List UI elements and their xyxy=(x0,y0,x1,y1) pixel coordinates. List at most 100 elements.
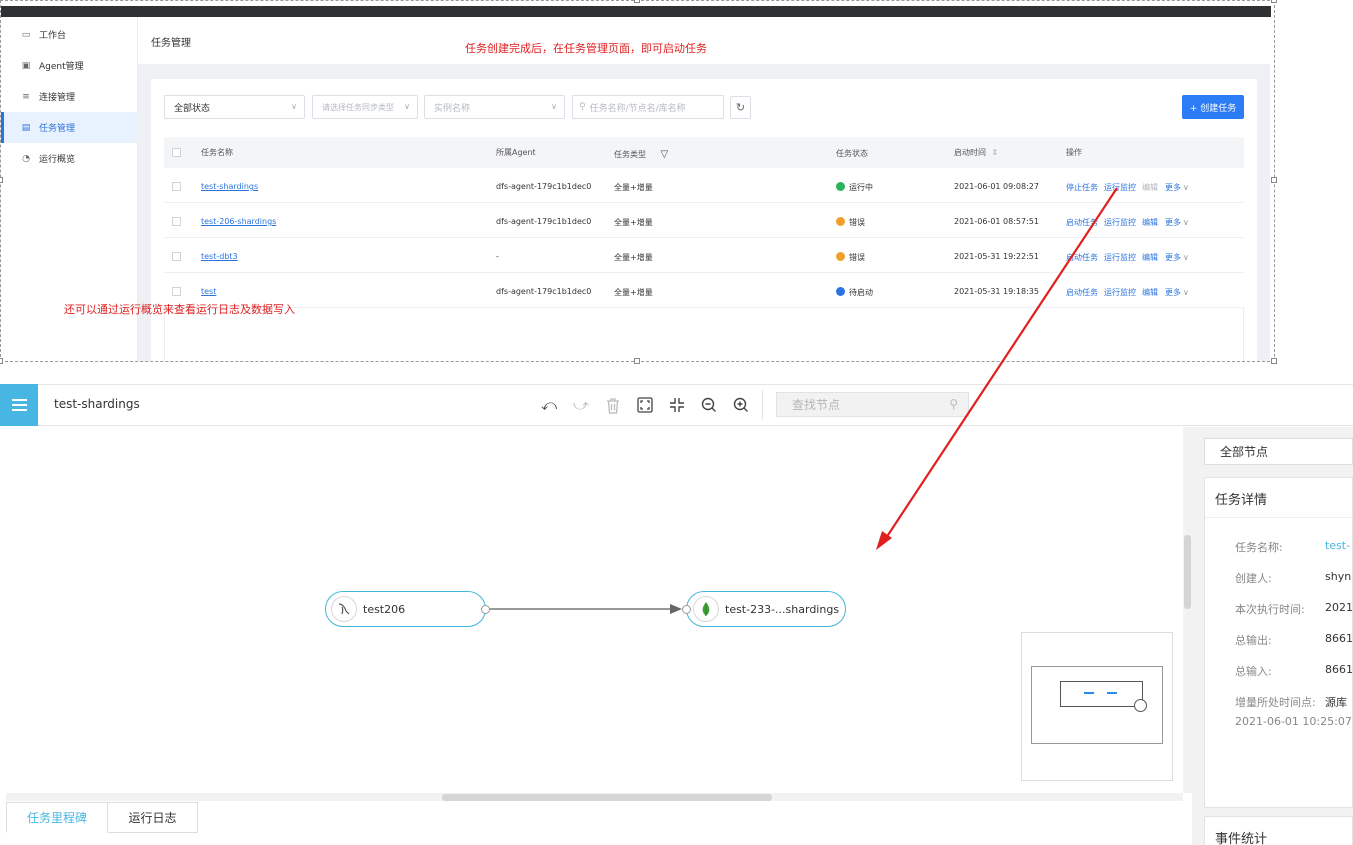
minimap-node-mark xyxy=(1107,692,1117,694)
target-node[interactable]: test-233-...shardings xyxy=(686,591,846,627)
tab-milestones[interactable]: 任务里程碑 xyxy=(6,802,108,833)
node-input-port[interactable] xyxy=(682,605,691,614)
bottom-tabs: 任务里程碑 运行日志 xyxy=(6,802,198,833)
task-start-time: 2021-06-01 08:57:51 xyxy=(954,217,1039,226)
app-top-bar xyxy=(1,6,1271,17)
sidebar-item-connections[interactable]: ≡ 连接管理 xyxy=(1,81,138,112)
task-edit-link[interactable]: 编辑 xyxy=(1142,182,1158,193)
task-type: 全量+增量 xyxy=(614,218,653,227)
row-checkbox[interactable] xyxy=(172,287,181,296)
row-checkbox[interactable] xyxy=(172,252,181,261)
col-start-time-label: 启动时间 xyxy=(954,148,986,157)
zoom-in-icon[interactable] xyxy=(731,395,751,415)
refresh-button[interactable]: ↻ xyxy=(730,96,751,119)
create-task-button[interactable]: + 创建任务 xyxy=(1182,95,1244,119)
more-label: 更多 xyxy=(1165,183,1181,192)
horizontal-scrollbar-thumb[interactable] xyxy=(442,794,772,801)
row-checkbox[interactable] xyxy=(172,217,181,226)
task-start-stop-link[interactable]: 启动任务 xyxy=(1066,252,1098,263)
node-output-port[interactable] xyxy=(481,605,490,614)
task-edit-link[interactable]: 编辑 xyxy=(1142,217,1158,228)
minimap-node xyxy=(1060,681,1143,707)
delete-icon[interactable] xyxy=(603,395,623,415)
task-name-link[interactable]: test-206-shardings xyxy=(201,217,276,226)
task-status-label: 错误 xyxy=(849,253,865,262)
task-status: 待启动 xyxy=(836,287,873,298)
task-more-dropdown[interactable]: 更多 ∨ xyxy=(1165,217,1189,228)
zoom-out-icon[interactable] xyxy=(699,395,719,415)
task-search-placeholder: 任务名称/节点名/库名称 xyxy=(589,103,686,114)
sync-type-select[interactable]: 请选择任务同步类型 ∨ xyxy=(312,95,418,119)
vertical-scrollbar[interactable] xyxy=(1183,427,1192,793)
resize-handle[interactable] xyxy=(1271,358,1277,364)
task-monitor-link[interactable]: 运行监控 xyxy=(1104,182,1136,193)
detail-value-task-name[interactable]: test- xyxy=(1325,539,1350,552)
task-search-input[interactable]: ⚲ 任务名称/节点名/库名称 xyxy=(572,95,724,119)
task-agent: dfs-agent-179c1b1dec0 xyxy=(496,287,592,296)
annotation-top-note: 任务创建完成后，在任务管理页面，即可启动任务 xyxy=(465,42,707,55)
undo-icon[interactable]: ⤺ xyxy=(539,395,559,415)
vertical-scrollbar-thumb[interactable] xyxy=(1184,535,1191,609)
task-agent: - xyxy=(496,252,499,261)
menu-button[interactable] xyxy=(0,384,38,426)
task-start-stop-link[interactable]: 启动任务 xyxy=(1066,217,1098,228)
status-filter-value: 全部状态 xyxy=(174,103,211,114)
task-more-dropdown[interactable]: 更多 ∨ xyxy=(1165,252,1189,263)
node-label: test-233-...shardings xyxy=(725,602,840,616)
redo-icon[interactable]: ⤻ xyxy=(571,395,591,415)
resize-handle[interactable] xyxy=(634,358,640,364)
resize-handle[interactable] xyxy=(0,177,3,183)
select-all-checkbox[interactable] xyxy=(172,148,181,157)
filter-icon[interactable]: ▽ xyxy=(661,149,669,160)
sidebar-item-overview[interactable]: ◔ 运行概览 xyxy=(1,143,138,174)
status-filter-select[interactable]: 全部状态 ∨ xyxy=(164,95,305,119)
task-type: 全量+增量 xyxy=(614,288,653,297)
source-node[interactable]: test206 xyxy=(325,591,486,627)
fit-view-icon[interactable] xyxy=(635,395,655,415)
task-monitor-link[interactable]: 运行监控 xyxy=(1104,217,1136,228)
sidebar-item-label: 运行概览 xyxy=(39,155,76,165)
screenshot-root: ▭ 工作台 ▣ Agent管理 ≡ 连接管理 ▤ 任务管理 ◔ 运行概览 任务管… xyxy=(0,0,1353,845)
sidebar-item-workbench[interactable]: ▭ 工作台 xyxy=(1,19,138,50)
sort-icon[interactable]: ⇕ xyxy=(992,148,999,157)
resize-handle[interactable] xyxy=(634,0,640,3)
detail-key: 增量所处时间点: xyxy=(1235,696,1316,709)
col-actions: 操作 xyxy=(1066,148,1082,157)
task-more-dropdown[interactable]: 更多 ∨ xyxy=(1165,182,1189,193)
task-more-dropdown[interactable]: 更多 ∨ xyxy=(1165,287,1189,298)
node-search-input[interactable]: 查找节点 ⚲ xyxy=(776,392,969,417)
task-start-stop-link[interactable]: 停止任务 xyxy=(1066,182,1098,193)
task-management-screenshot: ▭ 工作台 ▣ Agent管理 ≡ 连接管理 ▤ 任务管理 ◔ 运行概览 任务管… xyxy=(0,0,1275,362)
sidebar-item-tasks[interactable]: ▤ 任务管理 xyxy=(1,112,138,143)
task-status: 错误 xyxy=(836,217,865,228)
task-start-time: 2021-05-31 19:18:35 xyxy=(954,287,1039,296)
sidebar-item-label: 连接管理 xyxy=(39,93,76,103)
node-filter-select[interactable]: 全部节点 xyxy=(1204,438,1353,465)
instance-select[interactable]: 实例名称 ∨ xyxy=(424,95,565,119)
task-icon: ▤ xyxy=(21,122,31,133)
resize-handle[interactable] xyxy=(1271,0,1277,3)
status-dot-icon xyxy=(836,252,845,261)
task-monitor-link[interactable]: 运行监控 xyxy=(1104,252,1136,263)
task-name-link[interactable]: test-dbt3 xyxy=(201,252,238,261)
task-name-link[interactable]: test xyxy=(201,287,216,296)
monitor-icon: ▭ xyxy=(21,29,31,40)
sidebar-item-label: Agent管理 xyxy=(39,62,84,72)
resize-handle[interactable] xyxy=(1271,177,1277,183)
task-status-label: 运行中 xyxy=(849,183,873,192)
col-task-type-label: 任务类型 xyxy=(614,150,646,159)
task-start-time: 2021-05-31 19:22:51 xyxy=(954,252,1039,261)
task-name-link[interactable]: test-shardings xyxy=(201,182,258,191)
task-start-stop-link[interactable]: 启动任务 xyxy=(1066,287,1098,298)
dag-canvas[interactable] xyxy=(0,427,1184,793)
shrink-icon[interactable] xyxy=(667,395,687,415)
task-edit-link[interactable]: 编辑 xyxy=(1142,287,1158,298)
tab-run-log[interactable]: 运行日志 xyxy=(108,802,198,833)
task-edit-link[interactable]: 编辑 xyxy=(1142,252,1158,263)
row-checkbox[interactable] xyxy=(172,182,181,191)
detail-value-exec-time: 2021 xyxy=(1325,601,1353,614)
task-agent: dfs-agent-179c1b1dec0 xyxy=(496,217,592,226)
task-monitor-link[interactable]: 运行监控 xyxy=(1104,287,1136,298)
sidebar-item-agent[interactable]: ▣ Agent管理 xyxy=(1,50,138,81)
resize-handle[interactable] xyxy=(0,358,3,364)
